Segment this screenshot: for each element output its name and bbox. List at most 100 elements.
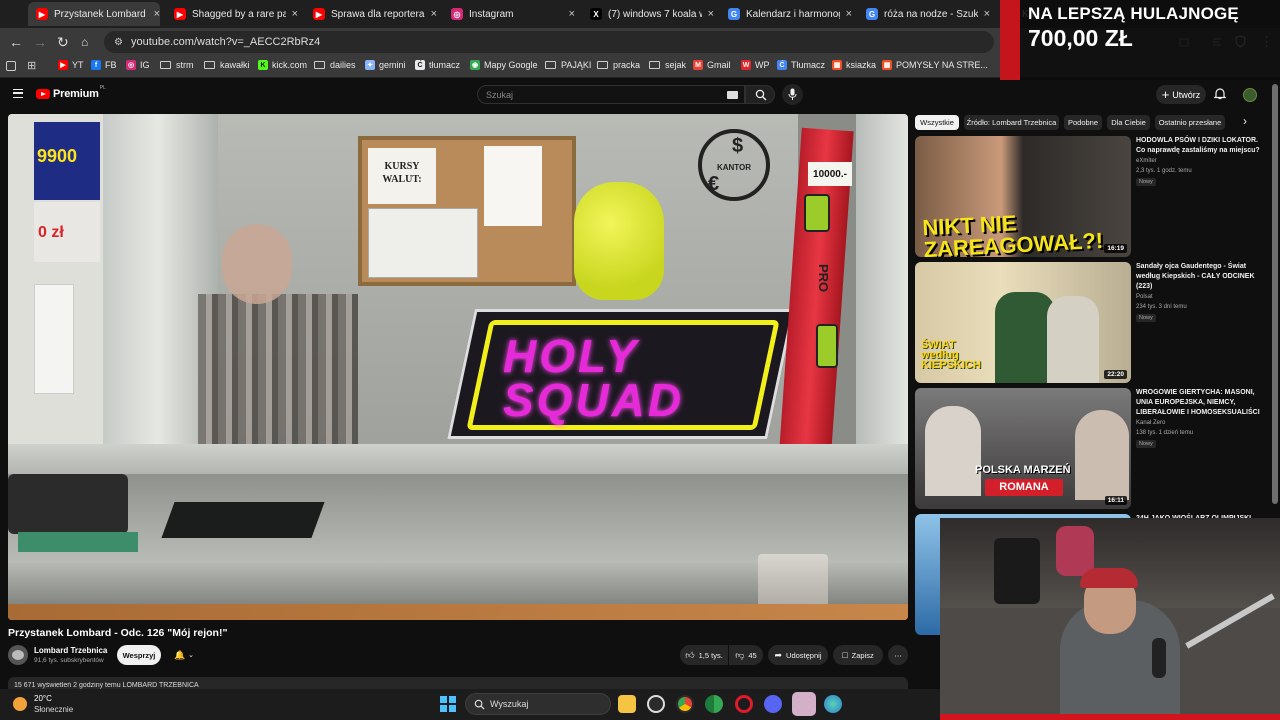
rec-1-channel[interactable]: eXmiter [1136,158,1157,164]
weather-description[interactable]: Słonecznie [34,705,73,714]
user-avatar[interactable] [1243,88,1257,102]
bookmark-item[interactable]: ▦ POMYSŁY NA STRE... [882,60,988,70]
folder-icon [649,61,660,69]
scene-kantor-logo: $ KANTOR € [698,129,770,201]
windows-start-icon[interactable] [440,696,456,712]
bookmark-item[interactable]: Kkick.com [258,60,307,70]
browser-tab[interactable]: ▶ Shagged by a rare parrot | × [166,2,298,26]
bookmark-item[interactable]: ✦ gemini [365,60,406,70]
back-icon[interactable]: ← [9,34,23,50]
address-url: youtube.com/watch?v=_AECC2RbRz4 [130,36,321,48]
bookmark-item[interactable]: sejak [649,60,686,70]
page-scrollbar[interactable] [1272,84,1278,504]
bookmark-item[interactable]: dailies [314,60,356,70]
rec-thumbnail-1[interactable]: NIKT NIE ZAREAGOWAŁ?! 16:19 [915,136,1131,257]
bookmark-item[interactable]: M Gmail [693,60,731,70]
euro-icon: € [708,173,720,195]
dislike-count: 45 [748,650,757,660]
rec-1-title[interactable]: HODOWLA PSÓW I DZIKI LOKATOR. Co naprawd… [1136,136,1266,156]
search-input[interactable]: Szukaj [477,85,745,104]
subscription-bell-button[interactable]: 🔔 ⌄ [167,645,201,665]
instagram-icon: ◎ [126,60,136,70]
share-button[interactable]: ➦ Udostępnij [768,645,828,665]
file-explorer-icon[interactable] [618,695,636,713]
chips-next-icon[interactable]: › [1243,114,1247,128]
rec-thumbnail-3[interactable]: POLSKA MARZEŃ ROMANA 16:11 [915,388,1131,509]
bookmark-item[interactable]: Ć Tłumacz [777,60,825,70]
keyboard-icon[interactable] [727,91,738,99]
rec-2-title[interactable]: Sandały ojca Gaudentego - Świat według K… [1136,262,1266,292]
close-tab-icon[interactable]: × [154,8,160,20]
bookmark-item[interactable]: ▶ YT [58,60,84,70]
bookmark-item[interactable]: PAJĄKI [545,60,591,70]
search-button[interactable] [745,85,775,104]
bookmark-item[interactable]: Ćtłumacz [415,60,460,70]
more-actions-button[interactable]: ⋯ [888,645,908,665]
chrome-icon[interactable] [676,695,694,713]
video-player[interactable]: 9900 0 zł KURSY WALUT: $ KANTOR € HOLY S… [8,114,908,620]
menu-icon[interactable] [13,89,23,98]
support-button[interactable]: Wesprzyj [117,645,161,665]
apps-grid-icon[interactable]: ⊞ [27,60,36,72]
bookmark-item[interactable]: ◉ Mapy Google [470,60,538,70]
browser-tab[interactable]: ▶ Przystanek Lombard - Od... × [28,2,160,26]
create-button[interactable]: + Utwórz [1156,85,1206,104]
dislike-button[interactable]: 👎︎ 45 [729,645,763,665]
browser-tab[interactable]: X (7) windows 7 koala w sen × [582,2,714,26]
active-app-icon[interactable] [792,692,816,716]
rec-2-channel[interactable]: Polsat [1136,294,1153,300]
bookmark-item[interactable]: pracka [597,60,640,70]
close-tab-icon[interactable]: × [431,8,437,20]
site-info-icon[interactable]: ⚙ [114,37,123,48]
like-button[interactable]: 👍︎ 1,5 tys. [680,645,728,665]
discord-icon[interactable] [764,695,782,713]
green-app-icon[interactable] [705,695,723,713]
chip-for-you[interactable]: Dla Ciebie [1107,115,1150,130]
channel-name[interactable]: Lombard Trzebnica [34,646,107,655]
address-bar[interactable]: ⚙ youtube.com/watch?v=_AECC2RbRz4 [104,31,994,53]
bookmark-item[interactable]: ◎ IG [126,60,150,70]
close-tab-icon[interactable]: × [984,8,990,20]
rec-3-channel[interactable]: Kanał Zero [1136,420,1165,426]
bookmark-item[interactable]: ▦ ksiazka [832,60,876,70]
close-tab-icon[interactable]: × [708,8,714,20]
home-icon[interactable]: ⌂ [81,34,88,50]
close-tab-icon[interactable]: × [846,8,852,20]
close-tab-icon[interactable]: × [569,8,575,20]
reload-icon[interactable]: ↻ [57,34,69,50]
globe-app-icon[interactable] [824,695,842,713]
channel-avatar[interactable] [8,645,28,665]
close-tab-icon[interactable]: × [292,8,298,20]
rec-3-title[interactable]: WROGOWIE GIERTYCHA: MASONI, UNIA EUROPEJ… [1136,388,1266,418]
opera-icon[interactable] [735,695,753,713]
weather-temperature[interactable]: 20°C [34,694,52,703]
scene-poster-zero: 0 zł [34,202,100,262]
chip-all[interactable]: Wszystkie [915,115,959,130]
kantor-text: KANTOR [716,163,752,172]
chip-similar[interactable]: Podobne [1064,115,1102,130]
forward-icon[interactable]: → [33,34,47,50]
bookmark-item[interactable]: f FB [91,60,117,70]
browser-tab[interactable]: G Kalendarz i harmonogram × [720,2,852,26]
scene-kursy-walut-sign: KURSY WALUT: [368,148,436,204]
google-icon: G [728,8,740,20]
bookmark-item[interactable]: W WP [741,60,770,70]
rec-thumbnail-2[interactable]: ŚWIAT według KIEPSKICH 22:20 [915,262,1131,383]
webcam-microphone [1152,638,1166,678]
chip-recently-uploaded[interactable]: Ostatnio przesłane [1155,115,1225,130]
obs-icon[interactable] [647,695,665,713]
chip-source[interactable]: Źródło: Lombard Trzebnica [964,115,1059,130]
bookmark-item[interactable]: kawałki [204,60,250,70]
browser-tab-title: Przystanek Lombard - Od... [54,8,148,20]
save-button[interactable]: □ Zapisz [833,645,883,665]
sun-icon[interactable] [13,697,27,711]
browser-tab[interactable]: ◎ Instagram × [443,2,575,26]
browser-tab[interactable]: Gróża na nodze - Szukaj w × [858,2,990,26]
bookmarks-sidebar-icon[interactable] [6,61,16,71]
bookmark-item[interactable]: strm [160,60,194,70]
taskbar-search[interactable]: Wyszukaj [465,693,611,715]
browser-tab[interactable]: ▶ Sprawa dla reportera - Le: × [305,2,437,26]
voice-search-button[interactable] [782,84,803,105]
notifications-bell-icon[interactable] [1214,87,1226,100]
youtube-premium-logo[interactable]: Premium PL [36,85,106,100]
